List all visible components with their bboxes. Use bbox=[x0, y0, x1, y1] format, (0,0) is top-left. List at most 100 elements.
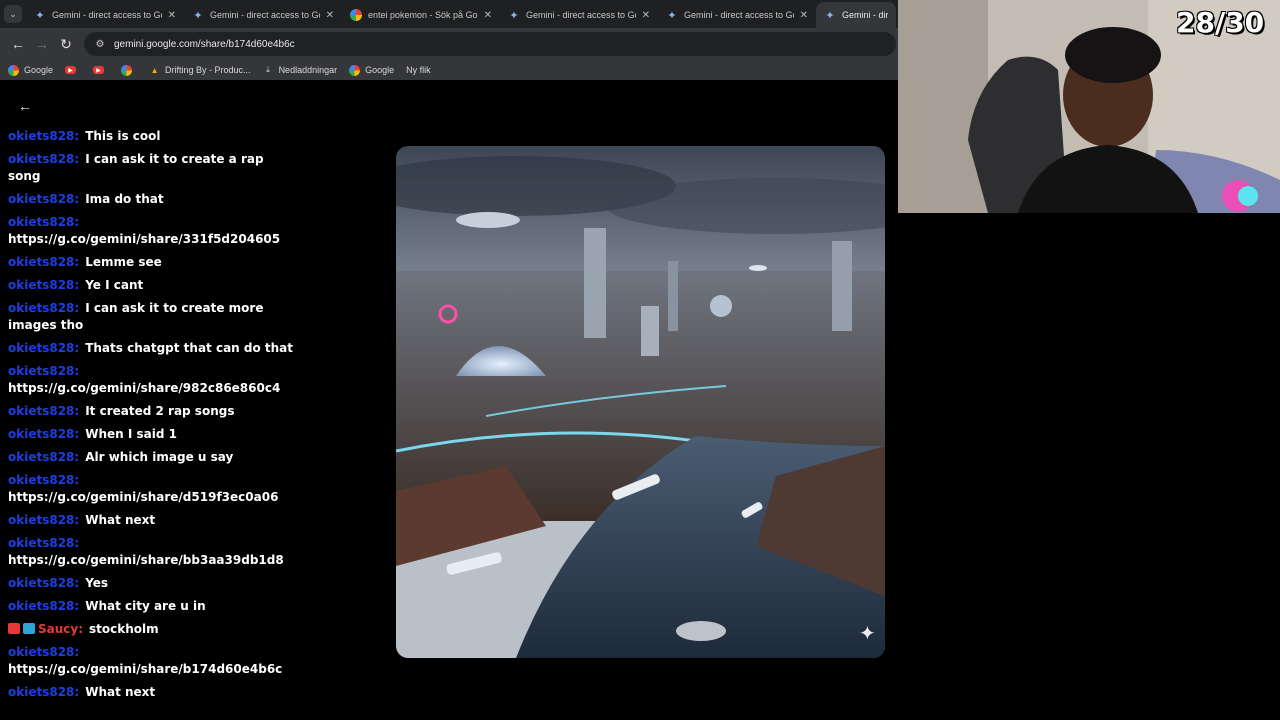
site-info-icon[interactable]: ⚙ bbox=[94, 38, 106, 50]
chat-username: okiets828: bbox=[8, 513, 80, 527]
bookmark-label: Nedladdningar bbox=[278, 65, 338, 75]
chat-username: okiets828: bbox=[8, 599, 80, 613]
chat-username: okiets828: bbox=[8, 536, 80, 550]
bookmark-label: Drifting By - Produc... bbox=[165, 65, 251, 75]
chat-username: okiets828: bbox=[8, 278, 80, 292]
tab-title: Gemini - direct access to Goog bbox=[526, 10, 636, 20]
generated-image[interactable]: ✦ bbox=[396, 146, 885, 658]
chat-username: okiets828: bbox=[8, 450, 80, 464]
tab-5[interactable]: ✦ Gemini - direct access to Goog ✕ bbox=[658, 2, 816, 28]
chat-text: What next bbox=[85, 513, 156, 527]
back-button[interactable]: ← bbox=[6, 32, 30, 56]
bookmark-1[interactable]: Google bbox=[8, 64, 54, 76]
google-icon bbox=[350, 9, 362, 21]
youtube-icon: ▶ bbox=[93, 66, 105, 74]
arrow-right-icon: → bbox=[35, 36, 49, 52]
chat-message: okiets828: I can ask it to create a rap s… bbox=[8, 151, 298, 185]
bookmark-3[interactable]: ▶ bbox=[93, 66, 109, 74]
reload-icon: ↻ bbox=[60, 35, 72, 52]
stream-chat-overlay: okiets828: This is cool okiets828: I can as… bbox=[8, 128, 298, 707]
chat-username: okiets828: bbox=[8, 301, 80, 315]
chat-username: okiets828: bbox=[8, 685, 80, 699]
close-tab-icon[interactable]: ✕ bbox=[642, 10, 650, 21]
chat-text: This is cool bbox=[85, 129, 161, 143]
chat-text: https://g.co/gemini/share/bb3aa39db1d8 bbox=[8, 553, 284, 567]
gemini-icon: ✦ bbox=[193, 9, 203, 22]
chat-message: okiets828: This is cool bbox=[8, 128, 298, 145]
tab-6[interactable]: ✦ Gemini - direct a bbox=[816, 2, 896, 28]
bookmark-5[interactable]: ▲ Drifting By - Produc... bbox=[149, 65, 251, 76]
bookmark-label: Google bbox=[365, 65, 395, 75]
camera-badge-icon bbox=[8, 623, 20, 634]
chat-username: okiets828: bbox=[8, 576, 80, 590]
gemini-icon: ✦ bbox=[667, 9, 677, 22]
close-tab-icon[interactable]: ✕ bbox=[326, 10, 334, 21]
tab-3[interactable]: entei pokemon - Sök på Googl ✕ bbox=[342, 2, 500, 28]
chat-text: https://g.co/gemini/share/d519f3ec0a06 bbox=[8, 490, 279, 504]
chat-text: Lemme see bbox=[85, 255, 162, 269]
chat-message: okiets828: https://g.co/gemini/share/331f… bbox=[8, 214, 298, 248]
address-bar[interactable]: ⚙ gemini.google.com/share/b174d60e4b6c bbox=[84, 32, 896, 56]
tab-search-button[interactable]: ⌄ bbox=[0, 0, 26, 28]
chat-username: okiets828: bbox=[8, 255, 80, 269]
chat-username: okiets828: bbox=[8, 152, 80, 166]
arrow-left-icon: ← bbox=[11, 36, 25, 52]
chat-username: okiets828: bbox=[8, 129, 80, 143]
bookmark-6[interactable]: ⤓ Nedladdningar bbox=[263, 65, 338, 76]
chat-message: okiets828: What next bbox=[8, 684, 298, 701]
close-tab-icon[interactable]: ✕ bbox=[484, 10, 492, 21]
chat-text: Thats chatgpt that can do that bbox=[85, 341, 294, 355]
tab-title: Gemini - direct access to Goog bbox=[684, 10, 794, 20]
browser-window: ⌄ ✦ Gemini - direct access to Goog ✕ ✦ Gemin… bbox=[0, 0, 898, 720]
tab-title: Gemini - direct a bbox=[842, 10, 888, 20]
bookmark-2[interactable]: ▶ bbox=[65, 66, 81, 74]
close-tab-icon[interactable]: ✕ bbox=[800, 10, 808, 21]
chat-message: okiets828: Yes bbox=[8, 575, 298, 592]
chat-message: okiets828: https://g.co/gemini/share/982c… bbox=[8, 363, 298, 397]
google-icon bbox=[121, 64, 133, 76]
chat-message: okiets828: What city are u in bbox=[8, 598, 298, 615]
url-text: gemini.google.com/share/b174d60e4b6c bbox=[114, 38, 295, 50]
progress-counter: 28/30 bbox=[1176, 6, 1265, 39]
tab-title: Gemini - direct access to Goog bbox=[210, 10, 320, 20]
chat-message: okiets828: https://g.co/gemini/share/bb3a… bbox=[8, 535, 298, 569]
tab-title: entei pokemon - Sök på Googl bbox=[368, 10, 478, 20]
bookmark-7[interactable]: Google bbox=[349, 64, 395, 76]
download-icon: ⤓ bbox=[266, 65, 270, 74]
gemini-icon: ✦ bbox=[509, 9, 519, 22]
chat-message: okiets828: https://g.co/gemini/share/d519… bbox=[8, 472, 298, 506]
bookmark-4[interactable] bbox=[121, 64, 137, 76]
chat-text: It created 2 rap songs bbox=[85, 404, 235, 418]
forward-button[interactable]: → bbox=[30, 32, 54, 56]
back-arrow-icon[interactable]: ← bbox=[18, 98, 32, 114]
tab-strip: ⌄ ✦ Gemini - direct access to Goog ✕ ✦ Gemin… bbox=[0, 0, 898, 28]
chat-text: What next bbox=[85, 685, 156, 699]
chat-message: okiets828: What next bbox=[8, 512, 298, 529]
chat-message: okiets828: https://g.co/gemini/share/b174… bbox=[8, 644, 298, 678]
chevron-down-icon: ⌄ bbox=[4, 5, 22, 23]
youtube-icon: ▶ bbox=[65, 66, 77, 74]
tab-1[interactable]: ✦ Gemini - direct access to Goog ✕ bbox=[26, 2, 184, 28]
warning-icon: ▲ bbox=[150, 65, 159, 75]
tab-4[interactable]: ✦ Gemini - direct access to Goog ✕ bbox=[500, 2, 658, 28]
close-tab-icon[interactable]: ✕ bbox=[168, 10, 176, 21]
chat-message: okiets828: It created 2 rap songs bbox=[8, 403, 298, 420]
chat-message: okiets828: Ima do that bbox=[8, 191, 298, 208]
chat-username: okiets828: bbox=[8, 427, 80, 441]
chat-text: stockholm bbox=[89, 622, 159, 636]
chat-text: When I said 1 bbox=[85, 427, 177, 441]
chat-text: Ye I cant bbox=[85, 278, 144, 292]
gemini-icon: ✦ bbox=[825, 9, 835, 22]
gemini-icon: ✦ bbox=[35, 9, 45, 22]
bookmark-label: Google bbox=[24, 65, 54, 75]
chat-message: okiets828: Thats chatgpt that can do that bbox=[8, 340, 298, 357]
chat-text: https://g.co/gemini/share/331f5d204605 bbox=[8, 232, 281, 246]
bookmarks-bar: Google ▶ ▶ ▲ Drifting By - Produc... ⤓ Nedladd… bbox=[0, 60, 898, 80]
chat-username: okiets828: bbox=[8, 364, 80, 378]
bookmark-8[interactable]: Ny flik bbox=[406, 65, 431, 75]
chat-username: Saucy: bbox=[38, 622, 84, 636]
reload-button[interactable]: ↻ bbox=[54, 32, 78, 56]
chat-username: okiets828: bbox=[8, 192, 80, 206]
chat-text: https://g.co/gemini/share/b174d60e4b6c bbox=[8, 662, 283, 676]
tab-2[interactable]: ✦ Gemini - direct access to Goog ✕ bbox=[184, 2, 342, 28]
